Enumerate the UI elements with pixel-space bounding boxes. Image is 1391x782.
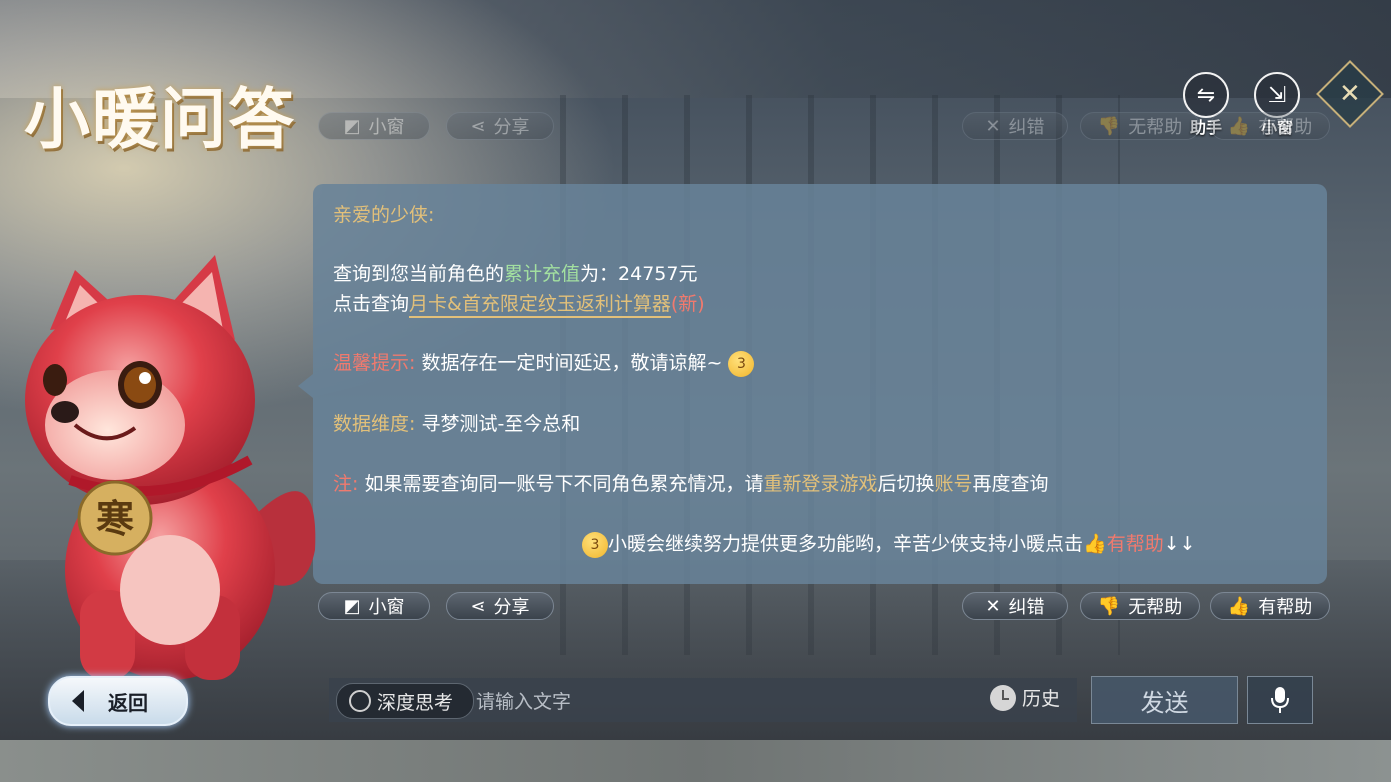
greeting-text: 亲爱的少侠: <box>333 204 435 226</box>
x-icon: ✕ <box>985 115 1001 137</box>
microphone-button[interactable] <box>1247 676 1313 724</box>
history-label: 历史 <box>1022 688 1061 710</box>
small-window-icon: ◩ <box>343 595 361 617</box>
note-highlight-account: 账号 <box>934 473 973 495</box>
note-text-2: 后切换 <box>877 473 935 495</box>
not-helpful-label: 无帮助 <box>1128 597 1183 618</box>
kiss-emoji-icon: 3 <box>582 531 608 558</box>
prev-small-window-button[interactable]: ◩ 小窗 <box>318 112 430 140</box>
page-title: 小暖问答 <box>24 80 296 158</box>
tip-text: 数据存在一定时间延迟，敬请谅解~ <box>421 352 723 374</box>
prev-not-helpful-label: 无帮助 <box>1128 117 1183 138</box>
tip-label: 温馨提示: <box>333 352 416 374</box>
down-arrows: ↓↓ <box>1163 533 1196 555</box>
close-icon: ✕ <box>1339 78 1361 109</box>
thumbs-up-icon: 👍 <box>1227 115 1251 137</box>
calc-line: 点击查询月卡&首充限定纹玉返利计算器(新) <box>333 289 705 318</box>
note-text-1: 如果需要查询同一账号下不同角色累充情况，请 <box>364 473 764 495</box>
recharge-prefix: 查询到您当前角色的 <box>333 263 505 285</box>
tip-line: 温馨提示: 数据存在一定时间延迟，敬请谅解~ 3 <box>333 348 755 377</box>
thumbs-down-icon: 👎 <box>1097 115 1121 137</box>
dimension-label: 数据维度: <box>333 413 416 435</box>
prev-small-window-label: 小窗 <box>368 117 405 138</box>
helpful-label: 有帮助 <box>1258 597 1313 618</box>
helpful-button[interactable]: 👍 有帮助 <box>1210 592 1330 620</box>
shiba-dog-mascot: 寒 <box>25 255 316 680</box>
share-icon: ⋖ <box>470 595 486 617</box>
history-button[interactable]: 历史 <box>990 684 1060 711</box>
kiss-emoji-icon: 3 <box>728 350 755 377</box>
clock-icon <box>990 684 1016 711</box>
closing-text: 小暖会继续努力提供更多功能哟，辛苦少侠支持小暖点击 <box>608 533 1084 555</box>
prev-correct-label: 纠错 <box>1008 117 1045 138</box>
dimension-text: 寻梦测试-至今总和 <box>421 413 581 435</box>
share-icon: ⋖ <box>470 115 486 137</box>
recharge-highlight: 累计充值 <box>504 263 581 285</box>
closing-highlight: 有帮助 <box>1106 533 1164 555</box>
share-label: 分享 <box>493 597 530 618</box>
correct-button[interactable]: ✕ 纠错 <box>962 592 1068 620</box>
message-card <box>313 184 1327 584</box>
thumbs-up-icon: 👍 <box>1227 595 1251 617</box>
send-button[interactable]: 发送 <box>1091 676 1238 724</box>
radio-circle-icon <box>349 690 371 712</box>
not-helpful-button[interactable]: 👎 无帮助 <box>1080 592 1200 620</box>
background-bottom-band <box>0 740 1391 782</box>
calculator-link[interactable]: 月卡&首充限定纹玉返利计算器 <box>409 293 671 318</box>
recharge-line: 查询到您当前角色的累计充值为：24757元 <box>333 259 697 286</box>
message-input[interactable]: 请输入文字 <box>476 687 571 714</box>
note-label: 注: <box>333 473 359 495</box>
thumbs-up-emoji-icon: 👍 <box>1083 533 1107 555</box>
deep-think-toggle[interactable]: 深度思考 <box>336 683 474 719</box>
back-label: 返回 <box>108 690 148 715</box>
prev-helpful-label: 有帮助 <box>1258 117 1313 138</box>
dimension-line: 数据维度: 寻梦测试-至今总和 <box>333 409 580 436</box>
small-window-button[interactable]: ◩ 小窗 <box>318 592 430 620</box>
deep-think-label: 深度思考 <box>377 691 454 714</box>
note-text-3: 再度查询 <box>972 473 1049 495</box>
closing-line: 3 小暖会继续努力提供更多功能哟，辛苦少侠支持小暖点击👍有帮助↓↓ <box>582 529 1196 558</box>
share-button[interactable]: ⋖ 分享 <box>446 592 554 620</box>
back-arrow-icon <box>72 690 84 712</box>
correct-label: 纠错 <box>1008 597 1045 618</box>
back-button[interactable]: 返回 <box>48 676 188 726</box>
x-icon: ✕ <box>985 595 1001 617</box>
note-highlight-relogin: 重新登录游戏 <box>763 473 878 495</box>
prev-correct-button[interactable]: ✕ 纠错 <box>962 112 1068 140</box>
calc-new-badge: (新) <box>670 293 705 315</box>
thumbs-down-icon: 👎 <box>1097 595 1121 617</box>
prev-share-button[interactable]: ⋖ 分享 <box>446 112 554 140</box>
calc-prefix: 点击查询 <box>333 293 410 315</box>
recharge-suffix: 为：24757元 <box>580 263 698 285</box>
small-window-label: 小窗 <box>368 597 405 618</box>
mascot-tag-text: 寒 <box>96 496 134 541</box>
microphone-icon <box>1271 687 1289 713</box>
small-window-icon: ◩ <box>343 115 361 137</box>
prev-share-label: 分享 <box>493 117 530 138</box>
note-line: 注: 如果需要查询同一账号下不同角色累充情况，请重新登录游戏后切换账号再度查询 <box>333 469 1049 496</box>
prev-helpful-button[interactable]: 👍 有帮助 <box>1210 112 1330 140</box>
prev-not-helpful-button[interactable]: 👎 无帮助 <box>1080 112 1200 140</box>
